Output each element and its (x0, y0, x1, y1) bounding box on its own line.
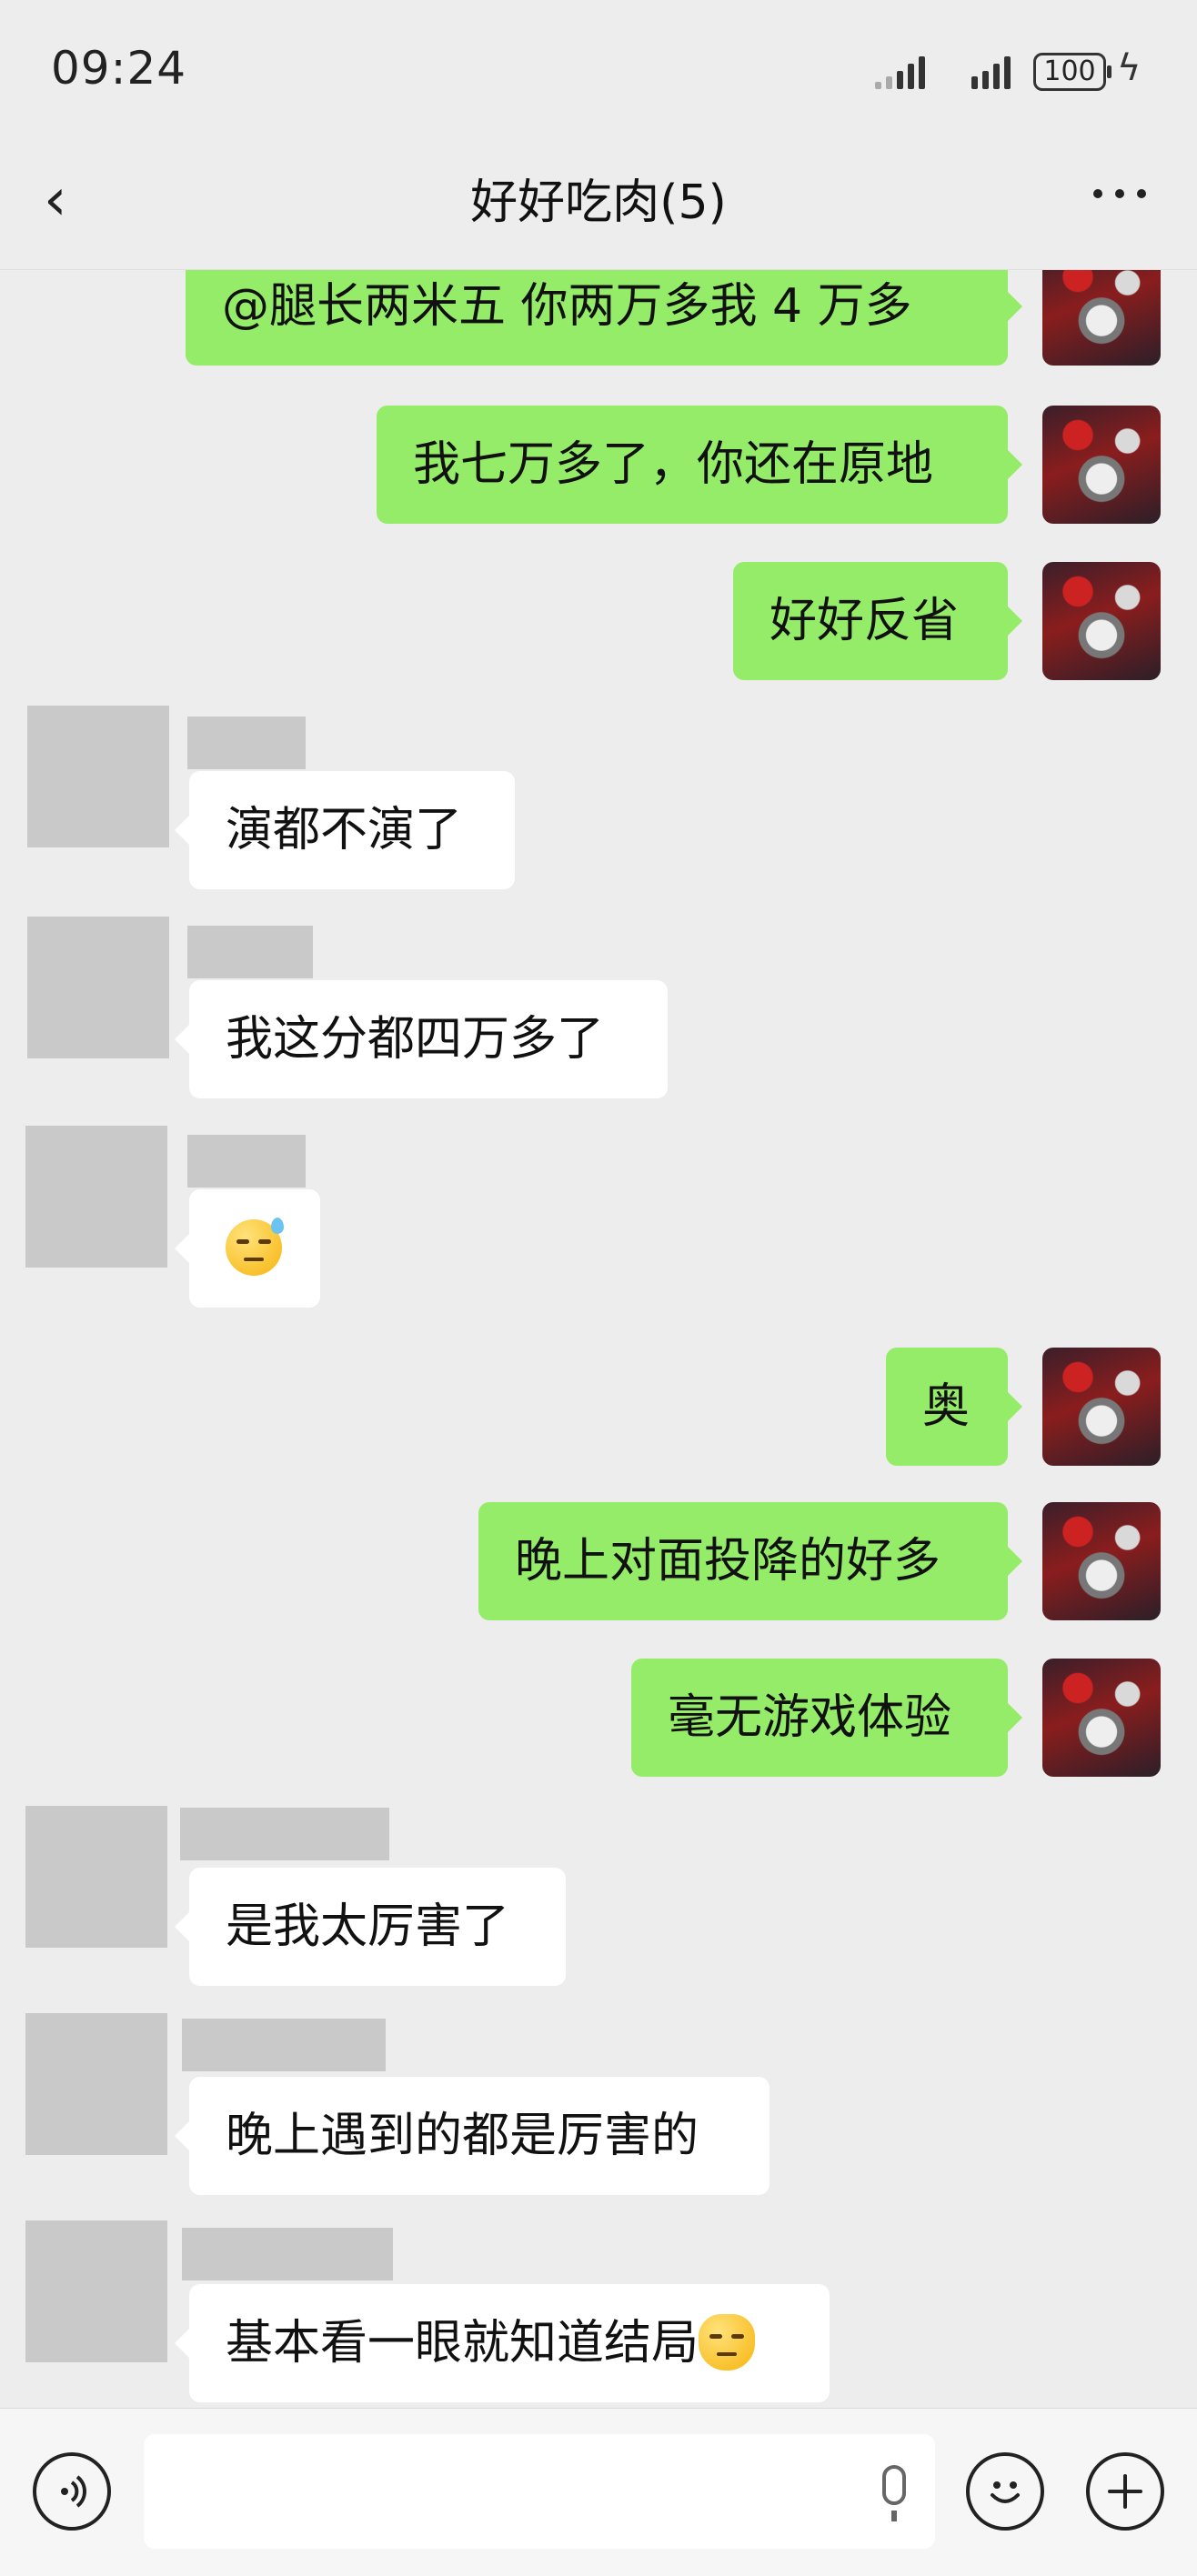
message-bubble[interactable]: @腿长两米五 你两万多我 4 万多 (186, 269, 1022, 366)
sender-name (187, 1135, 306, 1188)
chat-header: ‹ 好好吃肉(5) (0, 136, 1197, 270)
charging-icon: ϟ (1117, 47, 1142, 89)
voice-icon[interactable] (33, 2452, 111, 2531)
message-bubble[interactable]: 我这分都四万多了 (175, 980, 668, 1098)
sender-name (182, 2019, 386, 2071)
chat-title: 好好吃肉(5) (470, 175, 727, 230)
message-bubble[interactable]: 晚上对面投降的好多 (478, 1502, 1022, 1620)
message-bubble[interactable]: 基本看一眼就知道结局 (175, 2284, 830, 2402)
message-bubble[interactable]: 是我太厉害了 (175, 1868, 566, 1986)
avatar[interactable] (1042, 269, 1161, 366)
avatar[interactable] (25, 2013, 167, 2155)
microphone-icon[interactable] (882, 2465, 906, 2521)
status-time: 09:24 (51, 42, 187, 95)
message-bubble[interactable]: 晚上遇到的都是厉害的 (175, 2077, 770, 2195)
message-bubble[interactable]: 我七万多了，你还在原地 (377, 406, 1022, 524)
message-bubble[interactable]: 好好反省 (733, 562, 1022, 680)
avatar[interactable] (1042, 1502, 1161, 1620)
more-dots-icon[interactable] (1093, 189, 1146, 198)
avatar[interactable] (25, 2220, 167, 2362)
message-bubble[interactable]: 奥 (886, 1348, 1022, 1466)
message-list[interactable]: @腿长两米五 你两万多我 4 万多 我七万多了，你还在原地 好好反省 演都不演了… (0, 269, 1197, 2408)
avatar[interactable] (1042, 1348, 1161, 1466)
signal-icon (875, 51, 925, 89)
battery-icon: 100 (1033, 53, 1112, 91)
sender-name (182, 2228, 393, 2280)
doge-cat-emoji (699, 2314, 756, 2371)
message-input[interactable] (144, 2434, 935, 2549)
plus-icon[interactable] (1086, 2452, 1164, 2531)
avatar[interactable] (27, 917, 169, 1058)
sweat-smile-emoji (226, 1218, 284, 1276)
message-bubble[interactable]: 毫无游戏体验 (631, 1659, 1022, 1777)
avatar[interactable] (27, 706, 169, 847)
avatar[interactable] (25, 1806, 167, 1948)
sender-name (187, 717, 306, 769)
status-bar: 09:24 100 ϟ (0, 0, 1197, 136)
sender-name (187, 926, 313, 978)
sender-name (180, 1808, 389, 1860)
avatar[interactable] (1042, 406, 1161, 524)
avatar[interactable] (1042, 562, 1161, 680)
avatar[interactable] (1042, 1659, 1161, 1777)
input-bar (0, 2408, 1197, 2576)
message-bubble[interactable] (175, 1189, 320, 1308)
message-bubble[interactable]: 演都不演了 (175, 771, 515, 889)
avatar[interactable] (25, 1126, 167, 1268)
emoji-icon[interactable] (966, 2452, 1044, 2531)
signal-icon (971, 51, 1011, 89)
